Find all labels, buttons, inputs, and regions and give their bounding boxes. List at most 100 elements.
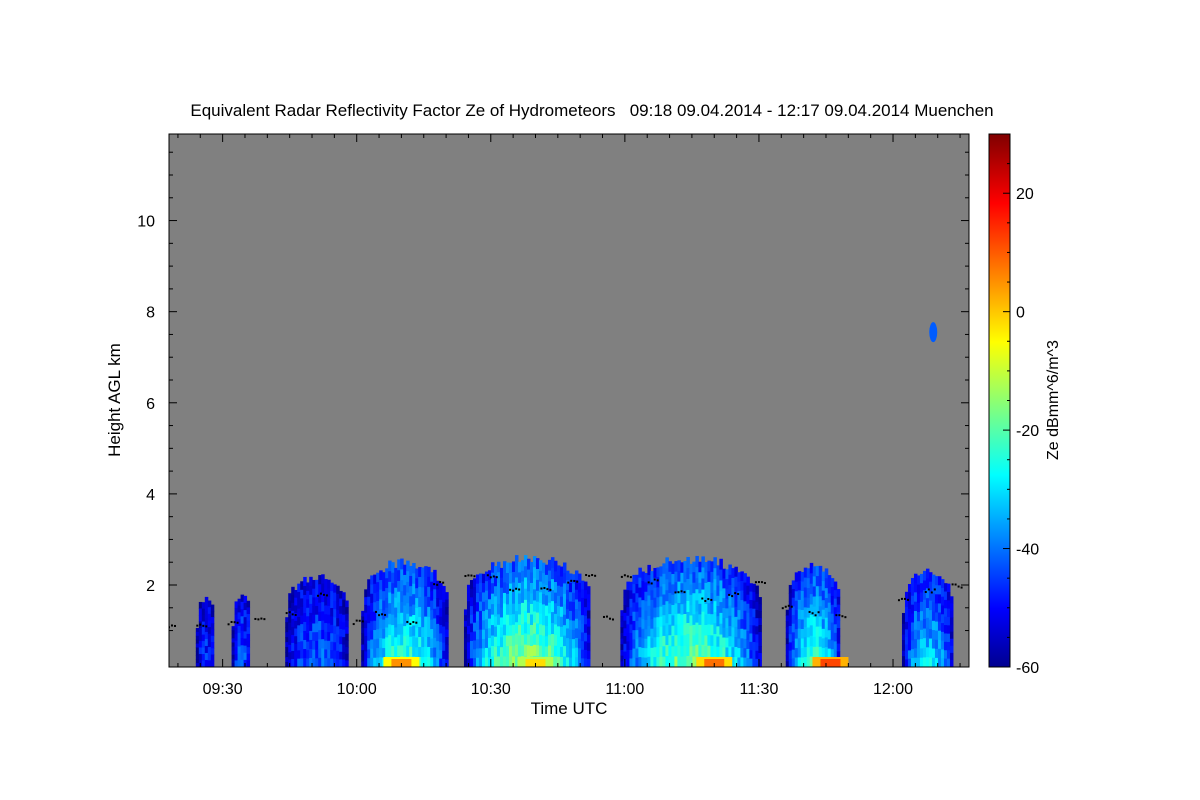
ze-pixel [577, 601, 582, 612]
ze-pixel [544, 615, 549, 627]
ze-pixel [692, 645, 696, 657]
cloud-base-point [439, 580, 442, 583]
ze-pixel [198, 601, 203, 609]
ze-pixel [535, 612, 540, 624]
ze-pixel [472, 649, 477, 659]
ze-pixel [800, 581, 805, 592]
ze-pixel [463, 632, 468, 639]
ze-pixel [508, 656, 513, 667]
ze-pixel [388, 603, 392, 615]
ze-pixel [668, 635, 672, 647]
ze-pixel [647, 636, 651, 648]
ze-pixel [755, 585, 759, 595]
ze-pixel [333, 625, 337, 635]
ze-pixel [665, 612, 669, 624]
ze-pixel [373, 630, 377, 640]
cloud-base-point [515, 587, 518, 590]
ze-pixel [490, 604, 495, 616]
ze-pixel [436, 649, 440, 659]
ze-pixel [794, 572, 799, 583]
ze-pixel [824, 578, 829, 589]
ze-pixel [695, 633, 699, 646]
ze-pixel [719, 580, 723, 592]
ze-pixel [523, 588, 528, 601]
ze-pixel [484, 590, 489, 601]
ze-pixel [689, 584, 693, 596]
ze-pixel [300, 606, 304, 617]
ze-pixel [758, 646, 762, 654]
ze-pixel [752, 583, 756, 593]
ze-pixel [538, 634, 543, 647]
ze-pixel [647, 626, 651, 637]
ze-pixel [698, 635, 702, 647]
ze-pixel [550, 612, 555, 624]
ze-pixel [532, 578, 537, 590]
ze-pixel [836, 643, 841, 652]
ze-pixel [415, 607, 419, 619]
ze-pixel [318, 584, 322, 594]
ze-pixel [580, 615, 585, 625]
ze-pixel [716, 646, 720, 658]
ze-pixel [382, 638, 386, 649]
ze-pixel [686, 633, 690, 646]
ze-pixel [472, 596, 477, 606]
ze-pixel [913, 573, 918, 584]
ze-pixel [427, 626, 431, 638]
ze-pixel [940, 614, 945, 624]
ze-pixel [421, 607, 425, 618]
cloud-base-point [903, 597, 906, 600]
ze-pixel [907, 583, 912, 593]
colorbar-label: Ze dBmm^6/m^3 [1045, 340, 1062, 460]
cloud-base-point [927, 588, 930, 591]
ze-pixel [376, 629, 380, 640]
ze-pixel [207, 607, 212, 615]
ze-pixel [306, 599, 310, 609]
ze-pixel [785, 632, 790, 639]
ze-pixel [919, 648, 924, 659]
ze-pixel [821, 581, 826, 592]
ze-pixel [922, 609, 927, 620]
ze-pixel [394, 637, 398, 648]
cloud-base-point [817, 611, 820, 614]
ze-pixel [315, 640, 319, 651]
ze-pixel [538, 560, 543, 572]
ze-pixel [755, 658, 759, 667]
ze-pixel [409, 616, 413, 628]
ze-pixel [442, 626, 446, 636]
ze-pixel [330, 624, 334, 634]
cloud-base-point [683, 591, 686, 594]
ze-pixel [370, 639, 374, 650]
ze-pixel [240, 659, 245, 667]
ze-pixel [195, 655, 200, 660]
ze-pixel [824, 617, 829, 629]
ze-pixel [922, 618, 927, 630]
ze-pixel [291, 594, 295, 604]
ze-pixel [583, 649, 588, 659]
ze-pixel [737, 657, 741, 667]
ze-pixel [686, 567, 690, 580]
ze-pixel [342, 599, 346, 608]
ze-pixel [668, 624, 672, 636]
ze-pixel [785, 626, 790, 634]
ze-pixel [342, 614, 346, 623]
ze-pixel [312, 614, 316, 624]
ze-pixel [291, 650, 295, 660]
ze-pixel [466, 584, 471, 594]
ze-pixel [928, 657, 933, 667]
ze-pixel [755, 650, 759, 660]
cloud-base-point [835, 614, 838, 617]
ze-pixel [940, 631, 945, 642]
ze-pixel [674, 592, 678, 604]
ze-pixel [674, 614, 678, 626]
ze-pixel [662, 584, 666, 595]
ze-pixel [949, 610, 954, 619]
ze-pixel [481, 639, 486, 649]
ze-pixel [288, 652, 292, 661]
ze-pixel [749, 625, 753, 634]
ze-pixel [493, 626, 498, 638]
ze-pixel [904, 621, 909, 630]
ze-pixel [339, 628, 343, 638]
ze-pixel [674, 561, 678, 573]
ze-pixel [342, 607, 346, 616]
ze-pixel [830, 587, 835, 597]
